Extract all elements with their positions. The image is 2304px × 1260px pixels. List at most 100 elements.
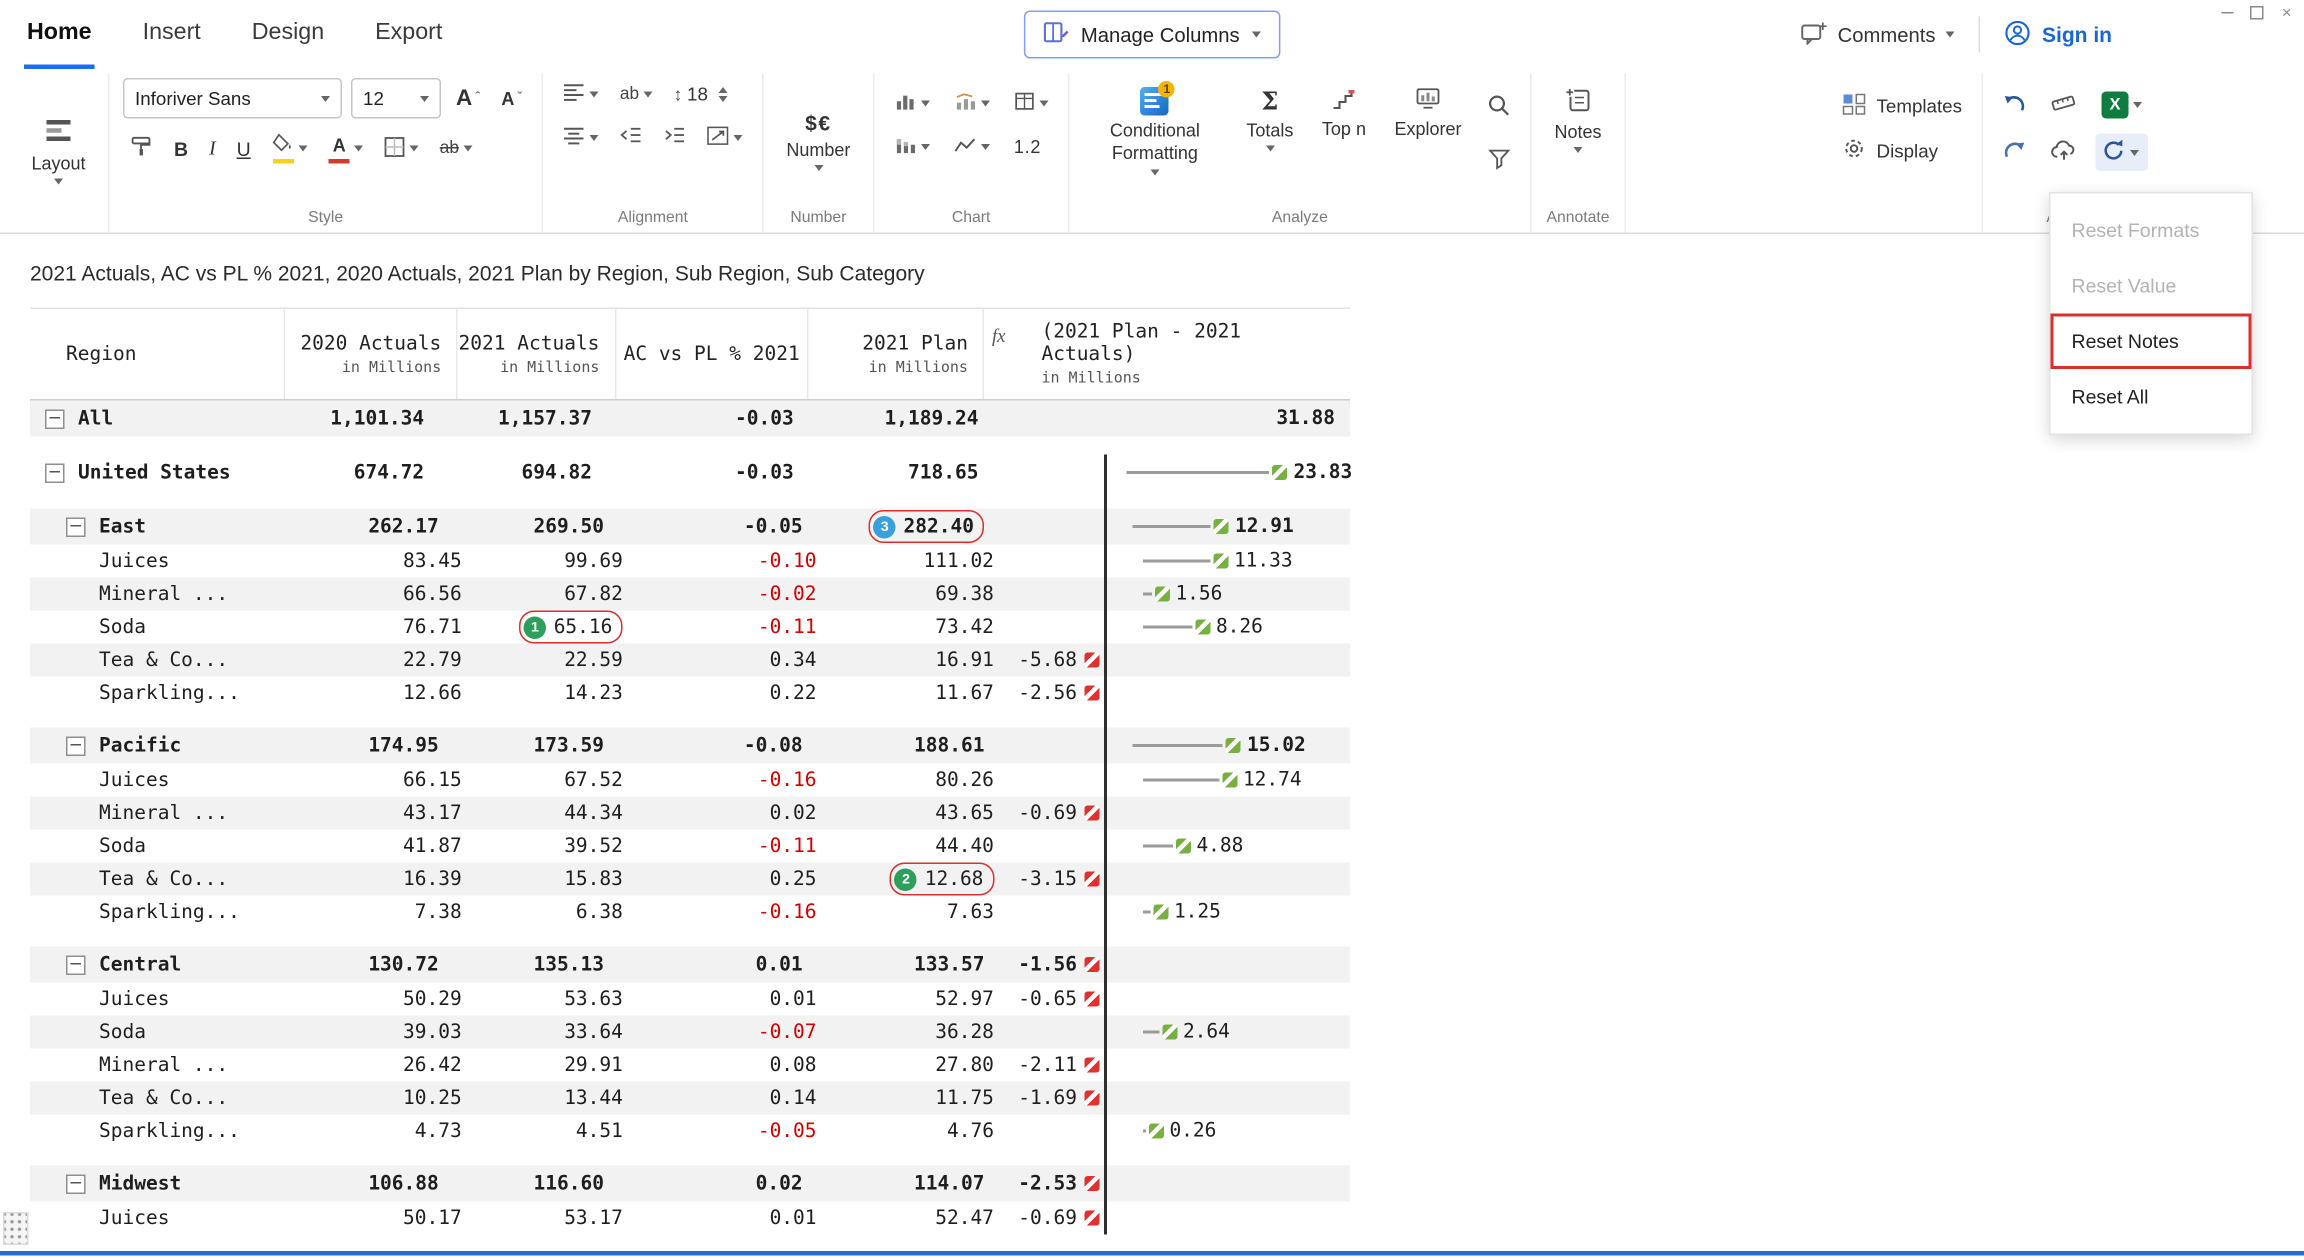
- table-row[interactable]: Sparkling...12.6614.230.2211.67-2.56: [30, 677, 1350, 710]
- decimal-places-button[interactable]: 1.2: [1008, 132, 1055, 162]
- cell-acpl[interactable]: -0.03: [607, 455, 809, 491]
- cell-c2020[interactable]: 1,101.34: [257, 401, 439, 437]
- cell-region[interactable]: Mineral ...: [30, 1049, 302, 1082]
- cell-plan[interactable]: 11.67: [832, 677, 1009, 710]
- cell-region[interactable]: Sparkling...: [30, 1115, 302, 1148]
- collapse-icon[interactable]: [66, 955, 86, 975]
- cell-c2020[interactable]: 22.79: [302, 644, 477, 677]
- sparkline-button[interactable]: [948, 131, 996, 163]
- cell-c2021[interactable]: 53.63: [477, 983, 638, 1016]
- cell-acpl[interactable]: -0.07: [638, 1016, 832, 1049]
- collapse-icon[interactable]: [66, 1174, 86, 1194]
- cell-variance[interactable]: 31.88: [993, 401, 1350, 437]
- cell-plan[interactable]: 80.26: [832, 764, 1009, 797]
- cell-plan[interactable]: 11.75: [832, 1082, 1009, 1115]
- table-row[interactable]: All1,101.341,157.37-0.031,189.2431.88: [30, 401, 1350, 437]
- cell-variance[interactable]: 4.88: [1009, 830, 1350, 863]
- bar-chart-button[interactable]: [888, 87, 936, 120]
- cell-plan[interactable]: 4.76: [832, 1115, 1009, 1148]
- cell-region[interactable]: Juices: [30, 1202, 302, 1235]
- borders-button[interactable]: [378, 131, 425, 166]
- cell-c2020[interactable]: 4.73: [302, 1115, 477, 1148]
- font-size-select[interactable]: 12: [351, 78, 441, 119]
- cell-acpl[interactable]: -0.05: [638, 1115, 832, 1148]
- cell-c2020[interactable]: 43.17: [302, 797, 477, 830]
- sign-in-button[interactable]: Sign in: [2004, 19, 2112, 51]
- italic-button[interactable]: I: [203, 132, 222, 165]
- cell-variance[interactable]: 12.74: [1009, 764, 1350, 797]
- table-row[interactable]: Mineral ...26.4229.910.0827.80-2.11: [30, 1049, 1350, 1082]
- cell-c2021[interactable]: 22.59: [477, 644, 638, 677]
- cell-variance[interactable]: 23.83: [993, 455, 1350, 491]
- cell-acpl[interactable]: -0.11: [638, 611, 832, 644]
- collapse-icon[interactable]: [66, 517, 86, 537]
- cell-c2020[interactable]: 106.88: [275, 1166, 454, 1202]
- table-row[interactable]: Juices83.4599.69-0.10111.0211.33: [30, 545, 1350, 578]
- cell-acpl[interactable]: 0.14: [638, 1082, 832, 1115]
- tab-home[interactable]: Home: [24, 0, 95, 69]
- cell-c2021[interactable]: 67.52: [477, 764, 638, 797]
- cell-c2020[interactable]: 262.17: [275, 509, 454, 545]
- cell-plan[interactable]: 69.38: [832, 578, 1009, 611]
- table-row[interactable]: Tea & Co...22.7922.590.3416.91-5.68: [30, 644, 1350, 677]
- cell-c2020[interactable]: 83.45: [302, 545, 477, 578]
- table-row[interactable]: Midwest106.88116.600.02114.07-2.53: [30, 1166, 1350, 1202]
- table-row[interactable]: Tea & Co...10.2513.440.1411.75-1.69: [30, 1082, 1350, 1115]
- export-excel-button[interactable]: X: [2096, 87, 2149, 123]
- cell-plan[interactable]: 114.07: [818, 1166, 1000, 1202]
- cell-plan[interactable]: 111.02: [832, 545, 1009, 578]
- totals-button[interactable]: Σ Totals: [1237, 84, 1302, 155]
- stacked-chart-button[interactable]: [888, 131, 936, 164]
- cell-plan[interactable]: 212.68: [832, 863, 1009, 896]
- cell-region[interactable]: Soda: [30, 830, 302, 863]
- cell-region[interactable]: Juices: [30, 764, 302, 797]
- cell-c2021[interactable]: 14.23: [477, 677, 638, 710]
- cell-plan[interactable]: 1,189.24: [809, 401, 994, 437]
- cell-variance[interactable]: 8.26: [1009, 611, 1350, 644]
- table-row[interactable]: Soda76.71165.16-0.1173.428.26: [30, 611, 1350, 644]
- cell-region[interactable]: United States: [30, 455, 257, 491]
- table-row[interactable]: Juices50.2953.630.0152.97-0.65: [30, 983, 1350, 1016]
- cell-c2021[interactable]: 135.13: [454, 947, 619, 983]
- tab-insert[interactable]: Insert: [140, 0, 204, 69]
- cell-plan[interactable]: 188.61: [818, 728, 1000, 764]
- cell-c2021[interactable]: 53.17: [477, 1202, 638, 1235]
- notes-button[interactable]: Notes: [1545, 78, 1610, 156]
- cell-plan[interactable]: 718.65: [809, 455, 994, 491]
- cell-c2021[interactable]: 15.83: [477, 863, 638, 896]
- cell-acpl[interactable]: 0.02: [638, 797, 832, 830]
- cell-plan[interactable]: 43.65: [832, 797, 1009, 830]
- cell-c2020[interactable]: 66.56: [302, 578, 477, 611]
- annotation-badge[interactable]: 3: [874, 515, 897, 538]
- table-row[interactable]: Mineral ...43.1744.340.0243.65-0.69: [30, 797, 1350, 830]
- horizontal-align-button[interactable]: [557, 122, 605, 155]
- cell-region[interactable]: East: [30, 509, 275, 545]
- cell-c2021[interactable]: 99.69: [477, 545, 638, 578]
- text-orientation-button[interactable]: [701, 122, 749, 155]
- cell-acpl[interactable]: 0.01: [619, 947, 818, 983]
- cell-acpl[interactable]: -0.02: [638, 578, 832, 611]
- decrease-indent-button[interactable]: [614, 122, 649, 155]
- table-row[interactable]: Sparkling...7.386.38-0.167.631.25: [30, 896, 1350, 929]
- cell-region[interactable]: Pacific: [30, 728, 275, 764]
- layout-button[interactable]: Layout: [23, 78, 95, 222]
- cell-acpl[interactable]: -0.10: [638, 545, 832, 578]
- cell-acpl[interactable]: 0.01: [638, 983, 832, 1016]
- tab-export[interactable]: Export: [372, 0, 445, 69]
- manage-columns-button[interactable]: Manage Columns: [1024, 11, 1280, 59]
- cell-variance[interactable]: -2.56: [1009, 677, 1350, 710]
- cell-plan[interactable]: 73.42: [832, 611, 1009, 644]
- table-row[interactable]: East262.17269.50-0.053282.4012.91: [30, 509, 1350, 545]
- ruler-button[interactable]: [2045, 89, 2084, 122]
- cell-variance[interactable]: 11.33: [1009, 545, 1350, 578]
- filter-button[interactable]: [1482, 144, 1517, 179]
- cell-acpl[interactable]: -0.16: [638, 764, 832, 797]
- cell-plan[interactable]: 7.63: [832, 896, 1009, 929]
- cell-acpl[interactable]: -0.08: [619, 728, 818, 764]
- redo-button[interactable]: [1997, 135, 2033, 170]
- cell-acpl[interactable]: 0.02: [619, 1166, 818, 1202]
- cell-plan[interactable]: 27.80: [832, 1049, 1009, 1082]
- cell-region[interactable]: Tea & Co...: [30, 1082, 302, 1115]
- drag-handle[interactable]: [3, 1212, 29, 1245]
- table-row[interactable]: Soda39.0333.64-0.0736.282.64: [30, 1016, 1350, 1049]
